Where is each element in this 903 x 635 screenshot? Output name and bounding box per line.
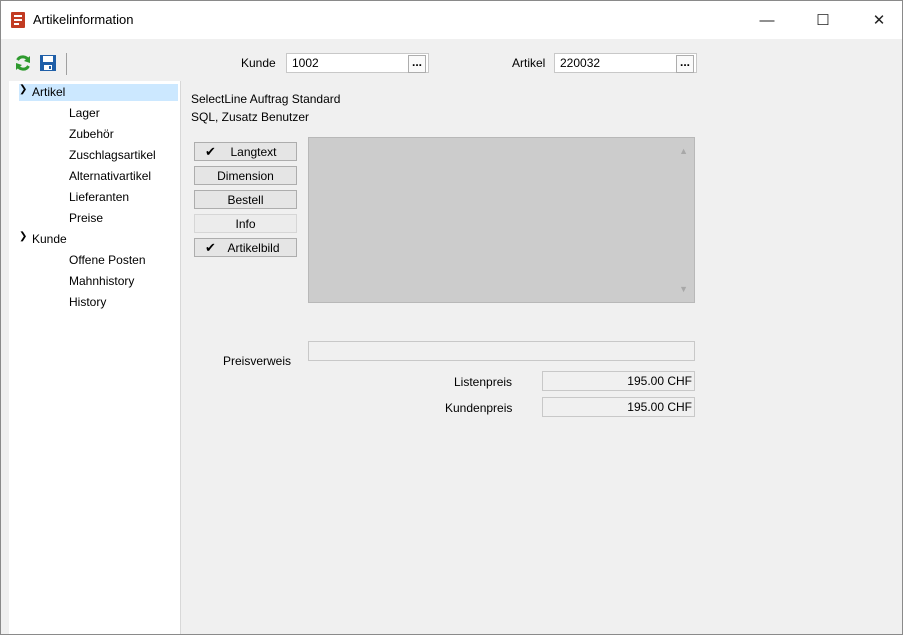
tree-item-artikel[interactable]: Artikel [32,85,65,99]
kundenpreis-field: 195.00 CHF [542,397,695,417]
preisverweis-field [308,341,695,361]
chevron-down-icon[interactable]: ❯ [19,84,27,95]
tree-item-lieferanten[interactable]: Lieferanten [69,190,129,204]
langtext-memo[interactable]: ▲ ▼ [308,137,695,303]
app-icon [11,12,25,28]
artikel-browse-button[interactable]: ... [676,55,694,73]
tree-item-preise[interactable]: Preise [69,211,103,225]
tree-item-history[interactable]: History [69,295,106,309]
artikelbild-button-label: Artikelbild [227,240,280,255]
info-button[interactable]: Info [194,214,297,233]
dimension-button-label: Dimension [217,168,274,183]
preisverweis-label: Preisverweis [223,354,292,368]
tree-item-alternativartikel[interactable]: Alternativartikel [69,169,151,183]
artikelbild-button[interactable]: ✔ Artikelbild [194,238,297,257]
info-line-1: SelectLine Auftrag Standard [191,92,341,106]
save-icon[interactable] [39,54,57,72]
bestell-button[interactable]: Bestell [194,190,297,209]
bestell-button-label: Bestell [227,192,264,207]
scroll-up-icon[interactable]: ▲ [679,146,688,156]
tree-item-offene-posten[interactable]: Offene Posten [69,253,146,267]
checkmark-icon: ✔ [205,240,216,255]
listenpreis-label: Listenpreis [454,375,513,389]
tree-item-zuschlagsartikel[interactable]: Zuschlagsartikel [69,148,156,162]
kunde-browse-button[interactable]: ... [408,55,426,73]
kundenpreis-label: Kundenpreis [445,401,513,415]
main-content: SelectLine Auftrag Standard SQL, Zusatz … [181,81,902,634]
tree-item-zubehoer[interactable]: Zubehör [69,127,114,141]
toolbar: Kunde 1002 ... Artikel 220032 ... [1,39,902,81]
title-bar: Artikelinformation — ☐ ✕ [1,1,902,39]
info-button-label: Info [235,216,256,231]
checkmark-icon: ✔ [205,144,216,159]
listenpreis-field: 195.00 CHF [542,371,695,391]
close-button[interactable]: ✕ [856,1,902,39]
tree-item-mahnhistory[interactable]: Mahnhistory [69,274,134,288]
chevron-down-icon[interactable]: ❯ [19,231,27,242]
window-title: Artikelinformation [33,12,134,27]
toolbar-separator [66,53,67,75]
kunde-label: Kunde [241,56,276,70]
langtext-button[interactable]: ✔ Langtext [194,142,297,161]
scroll-down-icon[interactable]: ▼ [679,284,688,294]
minimize-button[interactable]: — [744,1,790,39]
tree-item-kunde[interactable]: Kunde [32,232,67,246]
dimension-button[interactable]: Dimension [194,166,297,185]
maximize-button[interactable]: ☐ [800,1,846,39]
artikel-label: Artikel [512,56,546,70]
tree-item-lager[interactable]: Lager [69,106,100,120]
info-line-2: SQL, Zusatz Benutzer [191,110,310,124]
langtext-button-label: Langtext [230,144,277,159]
refresh-icon[interactable] [14,54,32,72]
navigation-tree: ❯ Artikel Lager Zubehör Zuschlagsartikel… [9,81,181,634]
artikelinformation-window: Artikelinformation — ☐ ✕ Kunde 1002 ... … [0,0,903,635]
